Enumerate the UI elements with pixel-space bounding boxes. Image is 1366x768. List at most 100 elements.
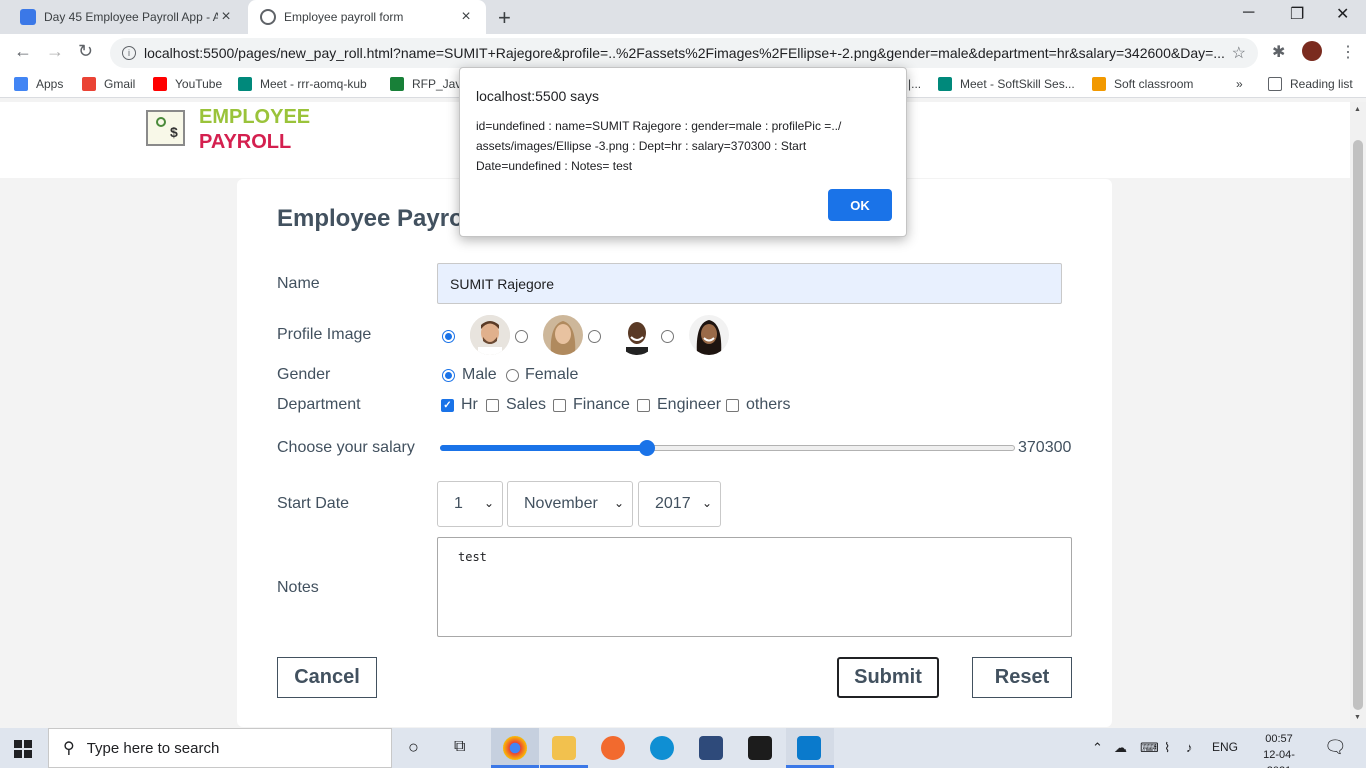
file-explorer-icon[interactable] [552, 736, 576, 760]
back-icon[interactable]: ← [14, 41, 32, 62]
profile-radio-2[interactable] [515, 330, 528, 343]
salary-slider-fill [440, 445, 647, 451]
bookmark-meet-softskill[interactable]: Meet - SoftSkill Ses... [938, 77, 1075, 91]
restore-button[interactable]: ❐ [1290, 4, 1304, 24]
forward-icon[interactable]: → [46, 41, 64, 62]
chevron-up-icon[interactable]: ⌃ [1092, 740, 1103, 756]
gender-option-female: Female [525, 366, 579, 383]
mysql-workbench-icon[interactable] [699, 736, 723, 760]
department-checkbox-engineer[interactable] [637, 399, 650, 412]
notes-textarea[interactable]: test [437, 537, 1072, 637]
department-checkbox-hr[interactable]: ✓ [441, 399, 454, 412]
day-select-value: 1 [454, 495, 463, 512]
scrollbar-thumb[interactable] [1353, 140, 1363, 710]
profile-avatar[interactable] [1302, 41, 1322, 61]
dialog-message: id=undefined : name=SUMIT Rajegore : gen… [476, 119, 842, 173]
globe-icon [260, 9, 276, 25]
scroll-down-icon[interactable]: ▼ [1354, 714, 1361, 721]
profile-radio-4[interactable] [661, 330, 674, 343]
year-select-value: 2017 [655, 495, 691, 512]
form-title: Employee Payroll [277, 205, 478, 232]
department-checkbox-sales[interactable] [486, 399, 499, 412]
postman-icon[interactable] [601, 736, 625, 760]
day-select[interactable]: 1 ⌄ [437, 481, 503, 527]
scroll-up-icon[interactable]: ▲ [1354, 106, 1361, 113]
year-select[interactable]: 2017 ⌄ [638, 481, 721, 527]
department-option-others: others [746, 396, 791, 413]
onedrive-icon[interactable]: ☁ [1114, 740, 1127, 756]
salary-label: Choose your salary [277, 439, 415, 456]
menu-icon[interactable]: ⋮ [1340, 42, 1356, 62]
search-icon: ⚲ [63, 740, 75, 757]
bookmarks-overflow[interactable]: » [1236, 77, 1243, 91]
bookmark-meet[interactable]: Meet - rrr-aomq-kub [238, 77, 367, 91]
chrome-icon[interactable] [503, 736, 527, 760]
reload-icon[interactable]: ↻ [78, 41, 93, 62]
network-device-icon[interactable]: ⌨ [1140, 740, 1159, 756]
vscode-icon[interactable] [797, 736, 821, 760]
dialog-title: localhost:5500 says [476, 88, 599, 104]
browser-tab-2[interactable]: Employee payroll form × [248, 0, 486, 34]
browser-tab-1[interactable]: Day 45 Employee Payroll App - A × [8, 0, 246, 34]
department-label: Department [277, 396, 361, 413]
notes-label: Notes [277, 579, 319, 596]
volume-icon[interactable]: ♪ [1186, 740, 1193, 755]
chevron-down-icon: ⌄ [613, 496, 624, 510]
windows-taskbar: ⚲ Type here to search ○ ⧉ ⌃ ☁ ⌨ ⌇ ♪ ENG … [0, 728, 1366, 768]
edge-icon[interactable] [650, 736, 674, 760]
gender-radio-female[interactable] [506, 369, 519, 382]
extensions-icon[interactable]: ✱ [1272, 42, 1285, 62]
new-tab-button[interactable]: + [498, 5, 511, 31]
bookmark-gmail[interactable]: Gmail [82, 77, 135, 91]
cortana-icon[interactable]: ○ [408, 737, 419, 758]
minimize-button[interactable]: ─ [1243, 4, 1254, 22]
bookmark-apps[interactable]: Apps [14, 77, 63, 91]
address-bar[interactable]: i localhost:5500/pages/new_pay_roll.html… [110, 38, 1258, 68]
overflow-label: » [1236, 77, 1243, 91]
reading-list[interactable]: Reading list [1268, 77, 1353, 91]
page-scrollbar[interactable]: ▲ ▼ [1350, 102, 1366, 728]
windows-start-icon[interactable] [14, 740, 32, 758]
wifi-icon[interactable]: ⌇ [1164, 740, 1170, 756]
bookmark-star-icon[interactable]: ☆ [1232, 43, 1246, 63]
gender-radio-male[interactable] [442, 369, 455, 382]
language-indicator[interactable]: ENG [1212, 740, 1238, 754]
bookmark-soft-classroom[interactable]: Soft classroom [1092, 77, 1193, 91]
close-tab-icon[interactable]: × [458, 8, 474, 26]
profile-radio-3[interactable] [588, 330, 601, 343]
profile-radio-1[interactable] [442, 330, 455, 343]
task-view-icon[interactable]: ⧉ [454, 738, 465, 756]
terminal-icon[interactable] [748, 736, 772, 760]
ok-button[interactable]: OK [828, 189, 892, 221]
apps-grid-icon [14, 77, 28, 91]
bookmark-rfp[interactable]: RFP_Java [390, 77, 468, 91]
tab-title: Day 45 Employee Payroll App - A [44, 10, 218, 24]
gmail-icon [82, 77, 96, 91]
close-tab-icon[interactable]: × [218, 8, 234, 26]
bookmark-youtube[interactable]: YouTube [153, 77, 222, 91]
month-select[interactable]: November ⌄ [507, 481, 633, 527]
close-window-button[interactable]: ✕ [1336, 4, 1349, 24]
bookmark-label: Meet - rrr-aomq-kub [260, 77, 367, 91]
department-checkbox-others[interactable] [726, 399, 739, 412]
url-text: localhost:5500/pages/new_pay_roll.html?n… [144, 45, 1225, 61]
notification-icon[interactable]: 🗨 [1324, 737, 1347, 758]
taskbar-search-box[interactable]: ⚲ Type here to search [48, 728, 392, 768]
submit-button[interactable]: Submit [837, 657, 939, 698]
cancel-button[interactable]: Cancel [277, 657, 377, 698]
department-checkbox-finance[interactable] [553, 399, 566, 412]
reading-list-icon [1268, 77, 1282, 91]
bookmark-hidden[interactable]: |... [908, 77, 921, 91]
chevron-down-icon: ⌄ [483, 496, 494, 510]
payroll-form-card: Employee Payroll Name SUMIT Rajegore Pro… [237, 179, 1112, 727]
name-label: Name [277, 275, 320, 292]
reset-button[interactable]: Reset [972, 657, 1072, 698]
name-input[interactable]: SUMIT Rajegore [437, 263, 1062, 304]
salary-output: 370300 [1018, 439, 1072, 456]
info-icon[interactable]: i [122, 46, 136, 60]
chevron-down-icon: ⌄ [701, 496, 712, 510]
salary-slider-thumb[interactable] [639, 440, 655, 456]
bookmark-label: Soft classroom [1114, 77, 1194, 91]
taskbar-clock[interactable]: 00:57 12-04-2021 [1254, 731, 1304, 768]
profile-avatar-4 [689, 315, 729, 355]
